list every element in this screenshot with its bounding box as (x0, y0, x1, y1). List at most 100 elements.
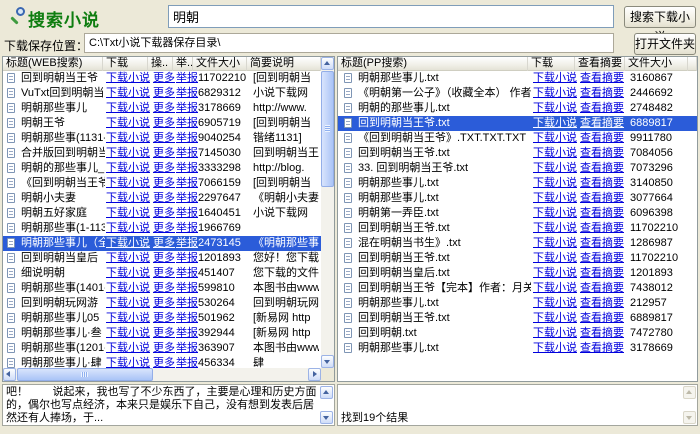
more-link[interactable]: 更多 (153, 146, 175, 161)
vertical-scrollbar[interactable] (321, 57, 334, 368)
column-header-title[interactable]: 标题(PP搜索) (338, 57, 528, 71)
table-row[interactable]: 明朝王爷下载小说更多举报6905719[回到明朝当 (3, 116, 321, 131)
view-summary-link[interactable]: 查看摘要 (580, 71, 624, 86)
table-row[interactable]: 明朝的那些事儿_1-1下载小说更多举报3333298http://blog. (3, 161, 321, 176)
download-novel-link[interactable]: 下载小说 (533, 296, 577, 311)
report-link[interactable]: 举报 (176, 266, 198, 281)
table-row[interactable]: 明朝五好家庭下载小说更多举报1640451小说下载网 (3, 206, 321, 221)
download-novel-link[interactable]: 下载小说 (106, 161, 150, 176)
download-novel-link[interactable]: 下载小说 (533, 341, 577, 356)
download-novel-link[interactable]: 下载小说 (106, 326, 150, 341)
open-folder-button[interactable]: 打开文件夹 (634, 33, 696, 55)
download-novel-link[interactable]: 下载小说 (106, 236, 150, 251)
view-summary-link[interactable]: 查看摘要 (580, 341, 624, 356)
more-link[interactable]: 更多 (153, 101, 175, 116)
download-novel-link[interactable]: 下载小说 (106, 251, 150, 266)
table-row[interactable]: 回到明朝当王爷下载小说更多举报11702210[回到明朝当 (3, 71, 321, 86)
table-row[interactable]: 明朝那些事儿.txt下载小说查看摘要3160867 (338, 71, 697, 86)
more-link[interactable]: 更多 (153, 86, 175, 101)
download-novel-link[interactable]: 下载小说 (533, 176, 577, 191)
download-novel-link[interactable]: 下载小说 (533, 131, 577, 146)
report-link[interactable]: 举报 (176, 176, 198, 191)
download-novel-link[interactable]: 下载小说 (533, 191, 577, 206)
table-row[interactable]: 明朝那些事(1-1130)下载小说更多举报1966769 (3, 221, 321, 236)
report-link[interactable]: 举报 (176, 101, 198, 116)
column-header-title[interactable]: 标题(WEB搜索) (3, 57, 103, 71)
report-link[interactable]: 举报 (176, 236, 198, 251)
download-novel-link[interactable]: 下载小说 (533, 101, 577, 116)
report-link[interactable]: 举报 (176, 191, 198, 206)
view-summary-link[interactable]: 查看摘要 (580, 266, 624, 281)
scrollbar-thumb[interactable] (17, 368, 153, 381)
download-novel-link[interactable]: 下载小说 (106, 86, 150, 101)
download-novel-link[interactable]: 下载小说 (106, 206, 150, 221)
table-row[interactable]: 明朝小夫妻下载小说更多举报2297647《明朝小夫妻 (3, 191, 321, 206)
view-summary-link[interactable]: 查看摘要 (580, 161, 624, 176)
download-novel-link[interactable]: 下载小说 (533, 311, 577, 326)
download-novel-link[interactable]: 下载小说 (106, 101, 150, 116)
view-summary-link[interactable]: 查看摘要 (580, 281, 624, 296)
download-novel-link[interactable]: 下载小说 (533, 161, 577, 176)
table-row[interactable]: 明朝那些事儿·叁下载小说更多举报392944[新易网 http (3, 326, 321, 341)
view-summary-link[interactable]: 查看摘要 (580, 86, 624, 101)
table-row[interactable]: 明朝那些事儿.txt下载小说查看摘要3077664 (338, 191, 697, 206)
more-link[interactable]: 更多 (153, 251, 175, 266)
download-novel-link[interactable]: 下载小说 (533, 116, 577, 131)
table-row[interactable]: 回到明朝当王爷.txt下载小说查看摘要6889817 (338, 116, 697, 131)
view-summary-link[interactable]: 查看摘要 (580, 101, 624, 116)
download-novel-link[interactable]: 下载小说 (106, 296, 150, 311)
table-row[interactable]: 《回到明朝当王爷》下载小说更多举报7066159[回到明朝当 (3, 176, 321, 191)
view-summary-link[interactable]: 查看摘要 (580, 131, 624, 146)
more-link[interactable]: 更多 (153, 176, 175, 191)
download-novel-link[interactable]: 下载小说 (533, 86, 577, 101)
view-summary-link[interactable]: 查看摘要 (580, 146, 624, 161)
download-novel-link[interactable]: 下载小说 (533, 206, 577, 221)
table-row[interactable]: 回到明朝当王爷.txt下载小说查看摘要7084056 (338, 146, 697, 161)
table-row[interactable]: 混在明朝当书生》.txt下载小说查看摘要1286987 (338, 236, 697, 251)
view-summary-link[interactable]: 查看摘要 (580, 326, 624, 341)
view-summary-link[interactable]: 查看摘要 (580, 251, 624, 266)
more-link[interactable]: 更多 (153, 266, 175, 281)
column-header-operate[interactable]: 操.. (148, 57, 173, 71)
more-link[interactable]: 更多 (153, 341, 175, 356)
download-novel-link[interactable]: 下载小说 (106, 131, 150, 146)
more-link[interactable]: 更多 (153, 161, 175, 176)
table-row[interactable]: 回到明朝当王爷【完本】作者：月关下载小说查看摘要7438012 (338, 281, 697, 296)
report-link[interactable]: 举报 (176, 206, 198, 221)
download-novel-link[interactable]: 下载小说 (106, 146, 150, 161)
table-row[interactable]: 明朝那些事(1131-12下载小说更多举报9040254锴绪1131] (3, 131, 321, 146)
download-novel-link[interactable]: 下载小说 (106, 311, 150, 326)
more-link[interactable]: 更多 (153, 221, 175, 236)
download-novel-link[interactable]: 下载小说 (106, 341, 150, 356)
view-summary-link[interactable]: 查看摘要 (580, 116, 624, 131)
report-link[interactable]: 举报 (176, 86, 198, 101)
download-novel-link[interactable]: 下载小说 (106, 191, 150, 206)
report-link[interactable]: 举报 (176, 131, 198, 146)
download-novel-link[interactable]: 下载小说 (533, 266, 577, 281)
view-summary-link[interactable]: 查看摘要 (580, 191, 624, 206)
more-link[interactable]: 更多 (153, 281, 175, 296)
table-row[interactable]: 回到明朝当王爷.txt下载小说查看摘要11702210 (338, 221, 697, 236)
search-input[interactable] (168, 5, 614, 28)
column-header-summary[interactable]: 简要说明 (247, 57, 321, 71)
table-row[interactable]: 回到明朝玩网游下载小说更多举报530264回到明朝玩网 (3, 296, 321, 311)
scrollbar-thumb[interactable] (321, 71, 334, 187)
table-row[interactable]: 33. 回到明朝当王爷.txt下载小说查看摘要7073296 (338, 161, 697, 176)
scroll-up-icon[interactable] (320, 386, 333, 399)
download-novel-link[interactable]: 下载小说 (533, 221, 577, 236)
download-novel-link[interactable]: 下载小说 (533, 71, 577, 86)
table-row[interactable]: 明朝那些事儿.txt下载小说查看摘要3178669 (338, 341, 697, 356)
view-summary-link[interactable]: 查看摘要 (580, 296, 624, 311)
more-link[interactable]: 更多 (153, 311, 175, 326)
table-row[interactable]: 明朝那些事儿05下载小说更多举报501962[新易网 http (3, 311, 321, 326)
table-row[interactable]: 明朝那些事儿.txt下载小说查看摘要3140850 (338, 176, 697, 191)
scroll-right-icon[interactable] (308, 368, 321, 381)
table-row[interactable]: 明朝那些事儿（全集下载小说更多举报2473145《明朝那些事 (3, 236, 321, 251)
report-link[interactable]: 举报 (176, 71, 198, 86)
column-header-filesize[interactable]: 文件大小 (625, 57, 688, 71)
report-link[interactable]: 举报 (176, 221, 198, 236)
report-link[interactable]: 举报 (176, 296, 198, 311)
table-row[interactable]: 回到明朝当王爷.txt下载小说查看摘要6889817 (338, 311, 697, 326)
scroll-down-icon[interactable] (320, 411, 333, 424)
more-link[interactable]: 更多 (153, 236, 175, 251)
